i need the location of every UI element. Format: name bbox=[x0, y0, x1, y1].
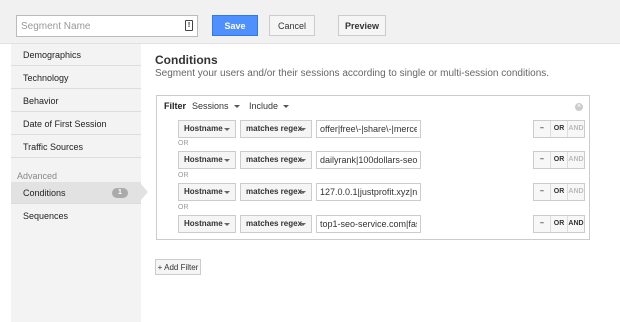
condition-logic-group: – OR AND bbox=[533, 183, 585, 201]
condition-value-input[interactable] bbox=[316, 120, 421, 138]
chevron-down-icon bbox=[224, 159, 230, 162]
sidebar-item-behavior[interactable]: Behavior bbox=[11, 90, 141, 112]
remove-condition-button[interactable]: – bbox=[534, 121, 550, 137]
condition-value-input[interactable] bbox=[316, 215, 421, 233]
scope-dropdown-label: Sessions bbox=[192, 101, 229, 111]
sidebar-item-conditions[interactable]: Conditions 1 bbox=[11, 182, 141, 204]
segment-name-info-icon[interactable]: ! bbox=[185, 20, 193, 31]
operator-select[interactable]: matches regex bbox=[240, 215, 312, 233]
page-description: Segment your users and/or their sessions… bbox=[155, 68, 550, 79]
chevron-down-icon bbox=[233, 105, 240, 109]
dimension-select[interactable]: Hostname bbox=[178, 183, 236, 201]
sidebar-item-technology[interactable]: Technology bbox=[11, 67, 141, 89]
remove-condition-button[interactable]: – bbox=[534, 216, 550, 232]
chevron-down-icon bbox=[224, 128, 230, 131]
dimension-select-label: Hostname bbox=[184, 187, 223, 196]
segment-name-input[interactable] bbox=[16, 15, 198, 37]
chevron-down-icon bbox=[300, 159, 306, 162]
dimension-select[interactable]: Hostname bbox=[178, 215, 236, 233]
dimension-select[interactable]: Hostname bbox=[178, 120, 236, 138]
active-item-pointer bbox=[141, 184, 148, 200]
sidebar-item-label: Conditions bbox=[23, 188, 66, 198]
sidebar-item-sequences[interactable]: Sequences bbox=[11, 205, 141, 227]
dimension-select[interactable]: Hostname bbox=[178, 151, 236, 169]
operator-select[interactable]: matches regex bbox=[240, 183, 312, 201]
preview-button[interactable]: Preview bbox=[338, 15, 386, 36]
or-button[interactable]: OR bbox=[550, 216, 567, 232]
save-button[interactable]: Save bbox=[212, 15, 258, 36]
and-button[interactable]: AND bbox=[567, 184, 584, 200]
condition-row: Hostname matches regex – OR AND bbox=[178, 215, 586, 233]
operator-select[interactable]: matches regex bbox=[240, 120, 312, 138]
include-dropdown[interactable]: Include bbox=[249, 101, 290, 111]
chevron-down-icon bbox=[300, 223, 306, 226]
sidebar-item-demographics[interactable]: Demographics bbox=[11, 44, 141, 66]
condition-logic-group: – OR AND bbox=[533, 215, 585, 233]
condition-count-badge: 1 bbox=[112, 188, 128, 198]
sidebar-item-date-of-first-session[interactable]: Date of First Session bbox=[11, 113, 141, 135]
add-filter-button[interactable]: + Add Filter bbox=[155, 259, 201, 275]
or-separator: OR bbox=[178, 140, 189, 147]
and-button[interactable]: AND bbox=[567, 152, 584, 168]
operator-select-label: matches regex bbox=[246, 187, 303, 196]
page-title: Conditions bbox=[155, 53, 218, 67]
sidebar-group-advanced: Advanced bbox=[17, 171, 58, 181]
condition-row: Hostname matches regex – OR AND bbox=[178, 183, 586, 201]
segment-toolbar: ! Save Cancel Preview bbox=[0, 0, 620, 44]
chevron-down-icon bbox=[300, 128, 306, 131]
condition-logic-group: – OR AND bbox=[533, 120, 585, 138]
operator-select-label: matches regex bbox=[246, 155, 303, 164]
chevron-down-icon bbox=[224, 191, 230, 194]
dimension-select-label: Hostname bbox=[184, 155, 223, 164]
segment-category-sidebar: Demographics Technology Behavior Date of… bbox=[11, 44, 141, 322]
remove-condition-button[interactable]: – bbox=[534, 152, 550, 168]
include-dropdown-label: Include bbox=[249, 101, 279, 111]
condition-row: Hostname matches regex – OR AND bbox=[178, 120, 586, 138]
condition-row: Hostname matches regex – OR AND bbox=[178, 151, 586, 169]
dimension-select-label: Hostname bbox=[184, 219, 223, 228]
operator-select-label: matches regex bbox=[246, 219, 303, 228]
filter-header: Filter Sessions Include × bbox=[157, 96, 589, 116]
filter-panel: Filter Sessions Include × Hostname match… bbox=[156, 95, 590, 240]
remove-condition-button[interactable]: – bbox=[534, 184, 550, 200]
or-separator: OR bbox=[178, 204, 189, 211]
condition-value-input[interactable] bbox=[316, 151, 421, 169]
or-button[interactable]: OR bbox=[550, 121, 567, 137]
sidebar-item-traffic-sources[interactable]: Traffic Sources bbox=[11, 136, 141, 158]
dimension-select-label: Hostname bbox=[184, 124, 223, 133]
and-button[interactable]: AND bbox=[567, 121, 584, 137]
or-separator: OR bbox=[178, 172, 189, 179]
chevron-down-icon bbox=[283, 105, 290, 109]
chevron-down-icon bbox=[224, 223, 230, 226]
operator-select-label: matches regex bbox=[246, 124, 303, 133]
remove-filter-icon[interactable]: × bbox=[575, 103, 583, 111]
filter-label: Filter bbox=[164, 101, 187, 111]
condition-logic-group: – OR AND bbox=[533, 151, 585, 169]
or-button[interactable]: OR bbox=[550, 184, 567, 200]
scope-dropdown[interactable]: Sessions bbox=[192, 101, 240, 111]
and-button[interactable]: AND bbox=[567, 216, 584, 232]
cancel-button[interactable]: Cancel bbox=[269, 15, 315, 36]
or-button[interactable]: OR bbox=[550, 152, 567, 168]
chevron-down-icon bbox=[300, 191, 306, 194]
operator-select[interactable]: matches regex bbox=[240, 151, 312, 169]
condition-value-input[interactable] bbox=[316, 183, 421, 201]
